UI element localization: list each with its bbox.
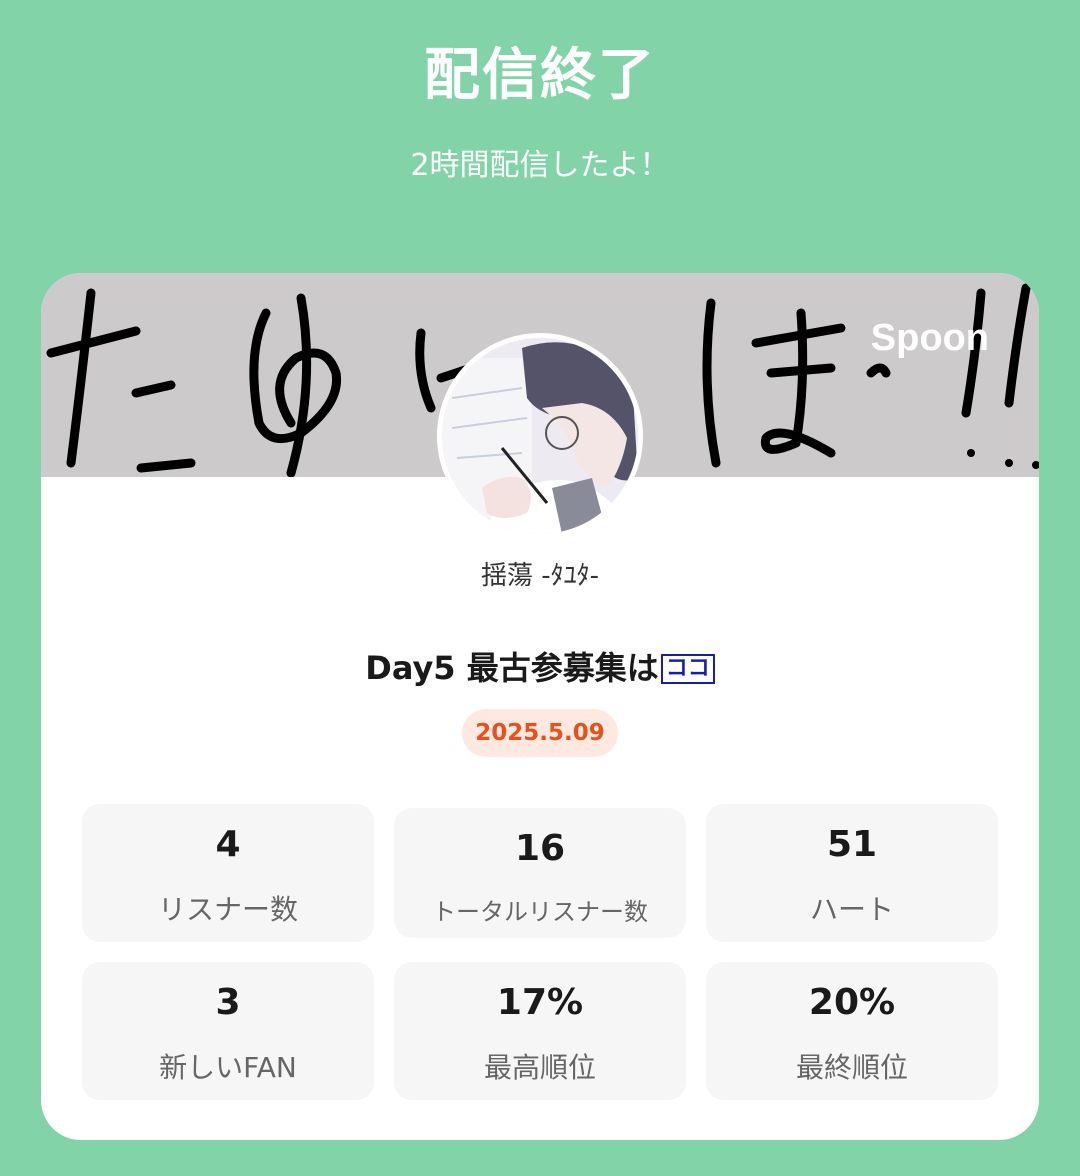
stat-value: 4 xyxy=(215,824,241,865)
stat-hearts: 51 ハート xyxy=(706,804,998,942)
stat-highest-rank: 17% 最高順位 xyxy=(394,962,686,1100)
stat-label: 最高順位 xyxy=(483,1051,596,1084)
stat-value: 17% xyxy=(496,982,584,1023)
avatar-illustration xyxy=(442,338,638,534)
spoon-logo: Spoon xyxy=(870,317,989,359)
stat-new-fans: 3 新しいFAN xyxy=(82,962,374,1100)
page-title: 配信終了 xyxy=(424,43,656,108)
date-badge: 2025.5.09 xyxy=(462,709,618,757)
stat-label: リスナー数 xyxy=(157,893,298,926)
avatar[interactable] xyxy=(437,333,643,539)
stat-label: ハート xyxy=(809,893,894,926)
page-subtitle: 2時間配信したよ！ xyxy=(410,148,670,183)
stat-listeners: 4 リスナー数 xyxy=(82,804,374,942)
username: 揺蕩 -ﾀﾕﾀ- xyxy=(480,561,600,591)
stat-value: 3 xyxy=(215,982,241,1023)
stat-value: 51 xyxy=(826,824,878,865)
stat-value: 20% xyxy=(808,982,896,1023)
live-title-tag: ココ xyxy=(660,654,715,684)
stat-final-rank: 20% 最終順位 xyxy=(706,962,998,1100)
live-summary-card: Spoon 揺蕩 -ﾀﾕﾀ- Day5 最古参募集は ココ 2025.5.09 4… xyxy=(41,273,1039,1140)
stat-label: トータルリスナー数 xyxy=(432,898,648,926)
stat-label: 最終順位 xyxy=(795,1051,908,1084)
live-title: Day5 最古参募集は ココ xyxy=(41,643,1039,689)
stat-label: 新しいFAN xyxy=(159,1051,297,1084)
live-title-text: Day5 最古参募集は xyxy=(365,649,659,687)
stat-total-listeners: 16 トータルリスナー数 xyxy=(394,808,686,938)
stat-value: 16 xyxy=(514,828,566,869)
